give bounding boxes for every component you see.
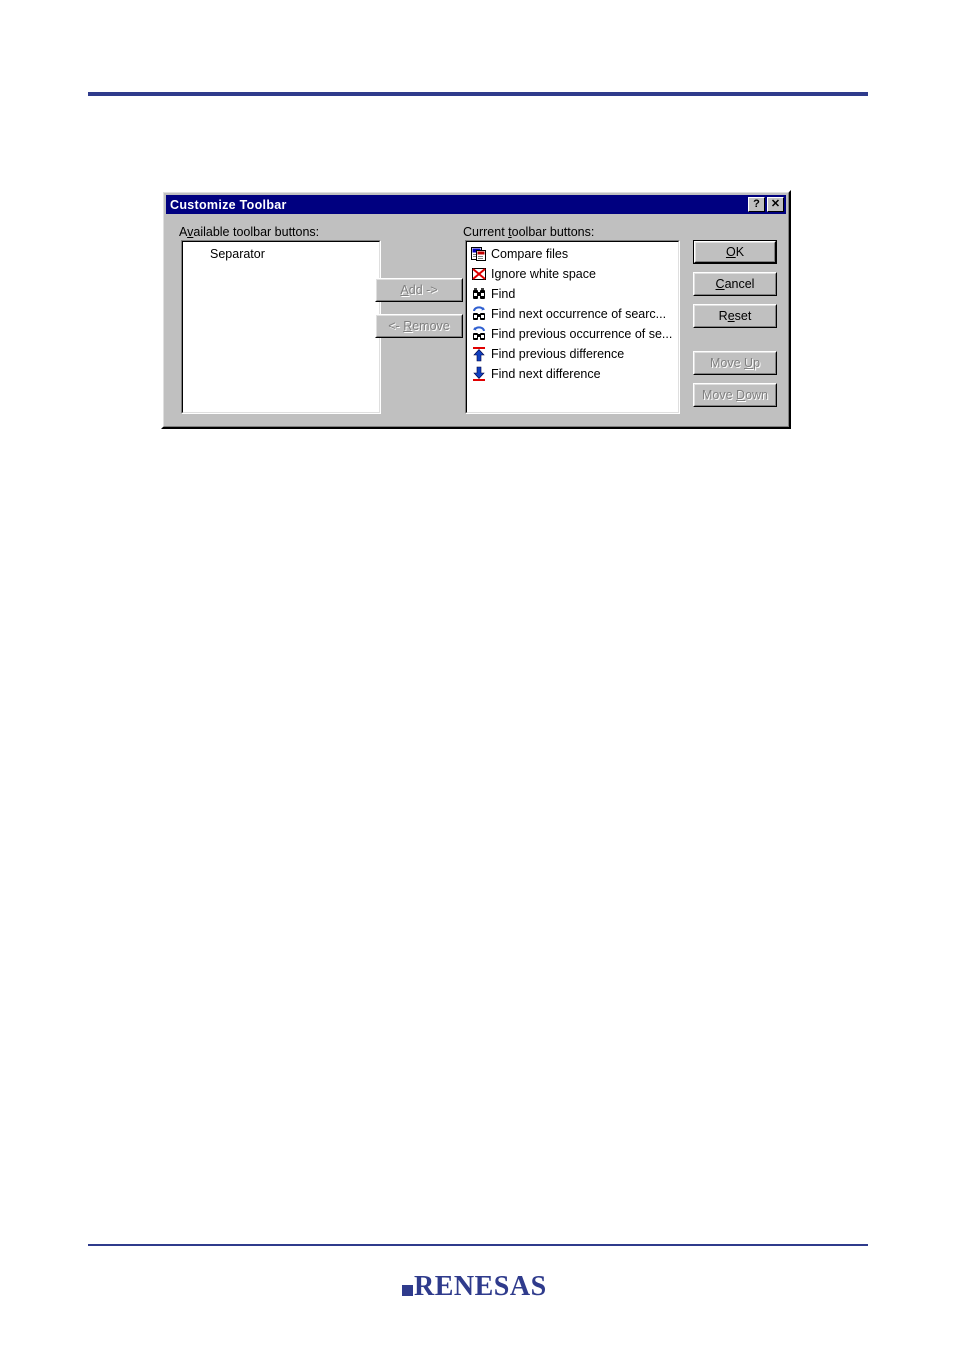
dialog-titlebar[interactable]: Customize Toolbar ? ✕: [166, 195, 786, 214]
remove-button-label: <- Remove: [388, 319, 450, 333]
label-part: ailable toolbar buttons:: [193, 225, 320, 239]
page-header-rule: [88, 92, 868, 96]
available-toolbar-buttons-label: Available toolbar buttons:: [179, 225, 319, 239]
ignore-white-space-icon: [471, 266, 487, 282]
page-footer-rule: [88, 1244, 868, 1246]
logo-rest: ENESAS: [434, 1271, 547, 1302]
list-item-label: Compare files: [491, 246, 569, 261]
find-next-occurrence-icon: [471, 306, 487, 322]
list-item[interactable]: Separator: [184, 244, 378, 264]
customize-toolbar-dialog: Customize Toolbar ? ✕ Available toolbar …: [161, 190, 791, 429]
list-item-label: Separator: [210, 246, 265, 261]
list-item-label: Find next occurrence of searc...: [491, 306, 667, 321]
move-down-button-label: Move Down: [701, 388, 768, 402]
renesas-logo: RENESAS: [402, 1272, 562, 1302]
arrow-down-icon: [471, 366, 487, 382]
list-item-label: Find next difference: [491, 366, 601, 381]
find-binoculars-icon: [471, 286, 487, 302]
ok-button-label: OK: [725, 245, 745, 259]
list-item[interactable]: Ignore white space: [468, 264, 677, 284]
ok-button[interactable]: OK: [693, 240, 777, 264]
move-up-button-label: Move Up: [709, 356, 761, 370]
titlebar-button-group: ? ✕: [748, 197, 786, 212]
logo-wordmark: RENESAS: [414, 1273, 547, 1301]
find-previous-occurrence-icon: [471, 326, 487, 342]
dialog-title: Customize Toolbar: [170, 197, 287, 212]
compare-files-icon: [471, 246, 487, 262]
list-item[interactable]: Find next occurrence of searc...: [468, 304, 677, 324]
list-item-label: Find: [491, 286, 516, 301]
label-part: A: [179, 225, 188, 239]
current-toolbar-buttons-listbox[interactable]: Compare files Ignore white space Find Fi…: [465, 240, 680, 414]
list-item[interactable]: Find previous difference: [468, 344, 677, 364]
list-item[interactable]: Find previous occurrence of se...: [468, 324, 677, 344]
available-toolbar-buttons-listbox[interactable]: Separator: [181, 240, 381, 414]
logo-square-mark: [402, 1285, 413, 1296]
reset-button-label: Reset: [718, 309, 752, 323]
remove-button[interactable]: <- Remove: [375, 314, 463, 338]
listbox-content: Compare files Ignore white space Find Fi…: [466, 241, 679, 413]
label-part: Current: [463, 225, 509, 239]
arrow-up-icon: [471, 346, 487, 362]
label-part: oolbar buttons:: [511, 225, 595, 239]
move-up-button[interactable]: Move Up: [693, 351, 777, 375]
add-button[interactable]: Add ->: [375, 278, 463, 302]
cancel-button-label: Cancel: [715, 277, 755, 291]
listbox-content: Separator: [182, 241, 380, 413]
reset-button[interactable]: Reset: [693, 304, 777, 328]
list-item[interactable]: Find: [468, 284, 677, 304]
cancel-button[interactable]: Cancel: [693, 272, 777, 296]
list-item[interactable]: Find next difference: [468, 364, 677, 384]
move-down-button[interactable]: Move Down: [693, 383, 777, 407]
logo-initial: R: [414, 1271, 435, 1302]
list-item-label: Find previous occurrence of se...: [491, 326, 673, 341]
list-item-label: Find previous difference: [491, 346, 625, 361]
list-item[interactable]: Compare files: [468, 244, 677, 264]
help-icon[interactable]: ?: [748, 197, 765, 212]
close-icon[interactable]: ✕: [767, 197, 784, 212]
current-toolbar-buttons-label: Current toolbar buttons:: [463, 225, 594, 239]
add-button-label: Add ->: [400, 283, 438, 297]
list-item-label: Ignore white space: [491, 266, 596, 281]
